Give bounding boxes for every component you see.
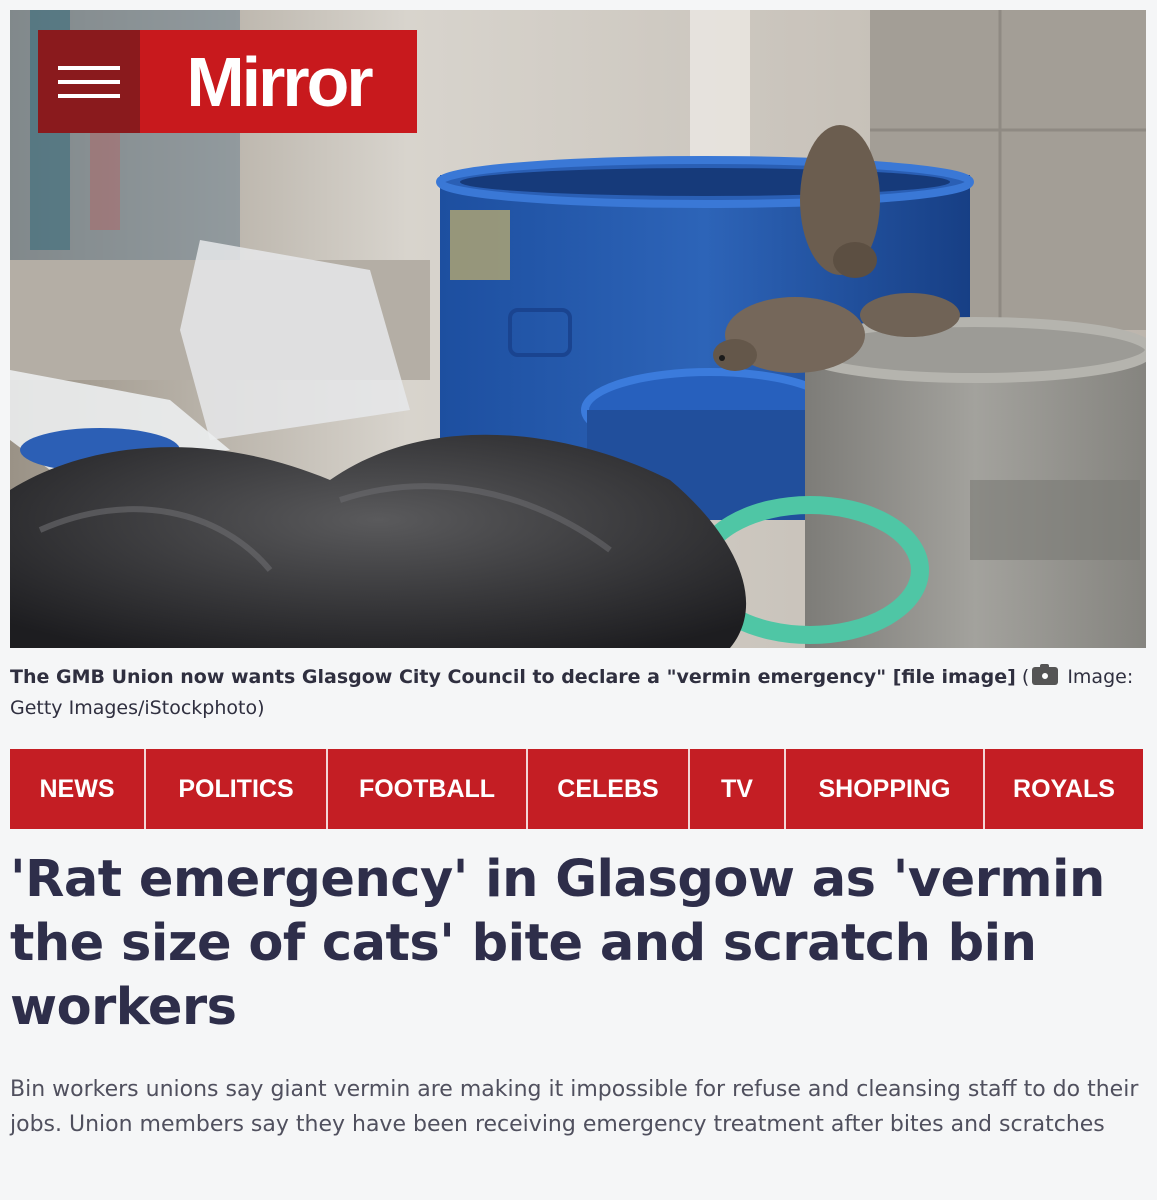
article-standfirst: Bin workers unions say giant vermin are …: [10, 1077, 1139, 1137]
nav-item-royals[interactable]: ROYALS: [985, 749, 1143, 829]
camera-icon: [1032, 664, 1059, 685]
section-nav: NEWS POLITICS FOOTBALL CELEBS TV SHOPPIN…: [10, 749, 1143, 829]
menu-bar-middle: [58, 79, 120, 84]
caption-image-label: Image:: [1067, 666, 1134, 688]
hamburger-menu-icon[interactable]: [38, 30, 140, 133]
nav-item-celebs[interactable]: CELEBS: [528, 749, 690, 829]
menu-bar-top: [58, 65, 120, 70]
mirror-masthead: Mirror: [38, 30, 417, 133]
caption-text: The GMB Union now wants Glasgow City Cou…: [10, 666, 1016, 688]
caption-credit: Getty Images/iStockphoto): [10, 697, 265, 719]
mirror-logo[interactable]: Mirror: [140, 30, 417, 133]
nav-item-news[interactable]: NEWS: [10, 749, 146, 829]
nav-item-tv[interactable]: TV: [690, 749, 786, 829]
caption-open-paren: (: [1021, 666, 1030, 688]
article-headline: 'Rat emergency' in Glasgow as 'vermin th…: [10, 850, 1105, 1037]
nav-item-shopping[interactable]: SHOPPING: [786, 749, 985, 829]
image-caption: The GMB Union now wants Glasgow City Cou…: [10, 662, 1140, 724]
nav-item-politics[interactable]: POLITICS: [146, 749, 328, 829]
menu-bar-bottom: [58, 93, 120, 98]
nav-item-football[interactable]: FOOTBALL: [328, 749, 528, 829]
